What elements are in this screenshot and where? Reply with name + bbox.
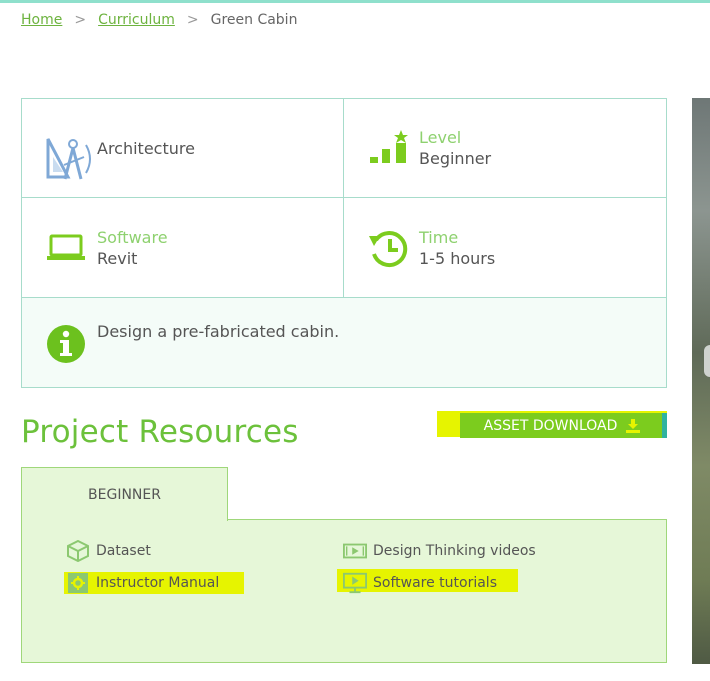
video-icon bbox=[343, 543, 367, 559]
time-label: Time bbox=[419, 228, 459, 247]
level-bars-icon bbox=[370, 130, 408, 163]
level-cell: Level Beginner bbox=[344, 99, 666, 198]
resource-design-thinking-videos[interactable]: Design Thinking videos bbox=[343, 540, 536, 562]
resource-design-thinking-videos-label: Design Thinking videos bbox=[373, 543, 536, 559]
asset-download-label: ASSET DOWNLOAD bbox=[483, 417, 618, 434]
cabin-photo bbox=[692, 98, 710, 664]
tab-beginner[interactable]: BEGINNER bbox=[21, 467, 228, 521]
breadcrumb-separator: > bbox=[74, 12, 87, 28]
software-value: Revit bbox=[97, 249, 138, 268]
download-icon bbox=[626, 418, 641, 433]
breadcrumb: Home > Curriculum > Green Cabin bbox=[21, 12, 297, 28]
resource-instructor-manual-label: Instructor Manual bbox=[96, 575, 220, 591]
resource-dataset-label: Dataset bbox=[96, 543, 151, 559]
time-value: 1-5 hours bbox=[419, 249, 496, 268]
top-accent-line bbox=[0, 0, 710, 3]
download-button-edge bbox=[662, 413, 667, 438]
clock-refresh-icon bbox=[369, 231, 408, 268]
carousel-control[interactable] bbox=[704, 345, 710, 377]
laptop-icon bbox=[47, 234, 85, 260]
asset-download-button[interactable]: ASSET DOWNLOAD bbox=[460, 413, 665, 438]
architecture-icon bbox=[46, 138, 91, 180]
time-cell: Time 1-5 hours bbox=[344, 198, 666, 298]
gear-book-icon bbox=[68, 573, 88, 593]
project-resources-title: Project Resources bbox=[21, 414, 299, 450]
software-cell: Software Revit bbox=[22, 198, 344, 298]
tab-beginner-label: BEGINNER bbox=[88, 486, 161, 503]
breadcrumb-home-link[interactable]: Home bbox=[21, 12, 62, 28]
level-value: Beginner bbox=[419, 149, 492, 168]
breadcrumb-current: Green Cabin bbox=[210, 12, 298, 28]
resource-software-tutorials-label: Software tutorials bbox=[373, 575, 497, 591]
description-cell: Design a pre-fabricated cabin. bbox=[22, 298, 666, 387]
project-info-grid: Architecture Level Beginner Software Rev… bbox=[21, 98, 667, 388]
discipline-cell: Architecture bbox=[22, 99, 344, 198]
breadcrumb-curriculum-link[interactable]: Curriculum bbox=[98, 12, 175, 28]
discipline-value: Architecture bbox=[97, 139, 195, 158]
description-text: Design a pre-fabricated cabin. bbox=[97, 322, 340, 341]
level-label: Level bbox=[419, 128, 462, 147]
software-label: Software bbox=[97, 228, 168, 247]
resource-dataset[interactable]: Dataset bbox=[66, 540, 151, 562]
breadcrumb-separator: > bbox=[186, 12, 199, 28]
resource-instructor-manual[interactable]: Instructor Manual bbox=[66, 572, 219, 594]
cube-icon bbox=[67, 540, 89, 562]
monitor-play-icon bbox=[343, 572, 367, 594]
resource-software-tutorials[interactable]: Software tutorials bbox=[343, 572, 497, 594]
info-icon bbox=[47, 325, 85, 363]
